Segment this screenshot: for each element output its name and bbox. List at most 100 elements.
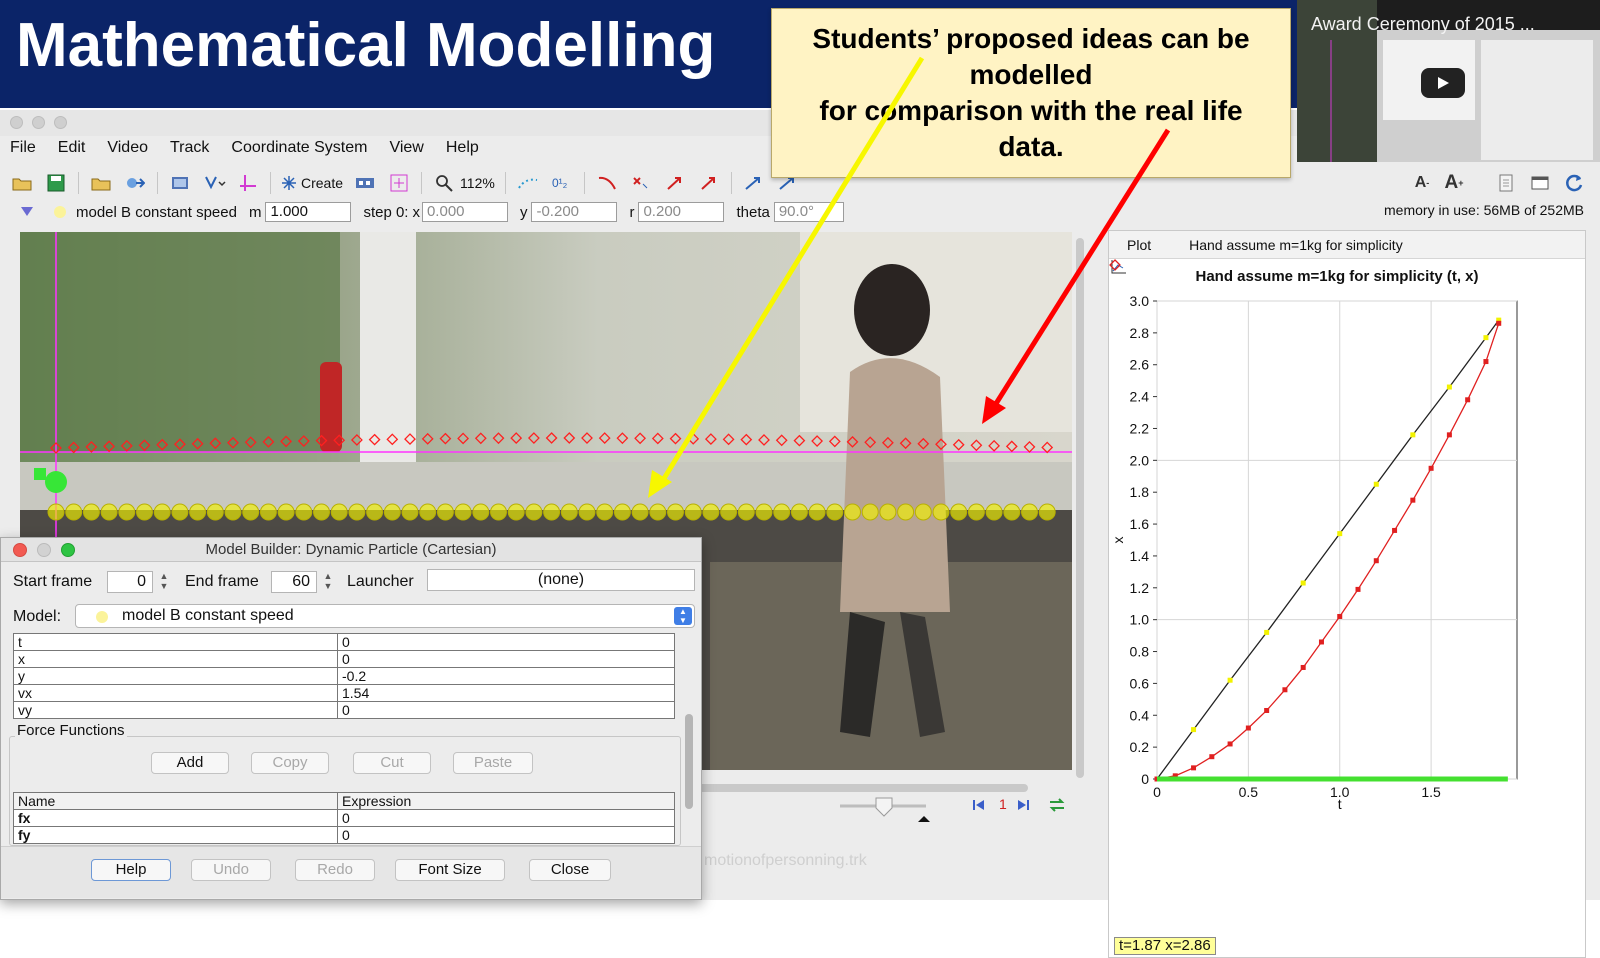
data-point[interactable] — [1465, 397, 1471, 403]
open-folder-icon[interactable] — [10, 172, 34, 194]
model-track-point[interactable] — [118, 503, 136, 521]
velocity-icon[interactable] — [663, 172, 687, 194]
force-row[interactable]: fy 0 — [13, 826, 675, 844]
export-icon[interactable] — [123, 172, 147, 194]
origin-marker[interactable] — [45, 471, 67, 493]
model-track-point[interactable] — [313, 503, 330, 521]
data-point[interactable] — [1496, 320, 1502, 326]
launcher-field[interactable]: (none) — [427, 569, 695, 591]
model-track-point[interactable] — [631, 503, 649, 521]
font-larger-icon[interactable]: A + — [1442, 172, 1466, 194]
model-track-point[interactable] — [543, 503, 561, 521]
data-point[interactable] — [1410, 497, 1416, 503]
model-track-point[interactable] — [967, 503, 985, 521]
model-track-point[interactable] — [950, 503, 968, 521]
model-track-point[interactable] — [808, 503, 826, 521]
model-select[interactable]: model B constant speed ▲ ▼ — [75, 604, 695, 628]
data-point[interactable] — [1446, 432, 1452, 438]
help-button[interactable]: Help — [91, 859, 171, 881]
track-control-icon[interactable] — [353, 172, 377, 194]
model-track-point[interactable] — [507, 503, 525, 521]
clip-settings-icon[interactable] — [168, 172, 192, 194]
model-track-point[interactable] — [65, 503, 83, 521]
model-track-point[interactable] — [720, 503, 738, 521]
model-track-point[interactable] — [348, 503, 366, 521]
add-button[interactable]: Add — [151, 752, 229, 774]
data-point[interactable] — [1245, 725, 1251, 731]
frame-slider-thumb[interactable] — [875, 797, 893, 817]
model-track-point[interactable] — [153, 503, 171, 521]
dialog-scrollbar[interactable] — [685, 714, 693, 809]
x-field[interactable]: 0.000 — [421, 202, 508, 222]
model-track-point[interactable] — [932, 503, 950, 521]
data-point[interactable] — [1318, 639, 1324, 645]
model-track-point[interactable] — [702, 503, 720, 521]
data-point[interactable] — [1227, 677, 1233, 683]
model-track-point[interactable] — [684, 503, 702, 521]
model-track-point[interactable] — [383, 503, 401, 521]
menu-track[interactable]: Track — [170, 139, 209, 157]
data-point[interactable] — [1337, 531, 1343, 537]
dialog-zoom-button[interactable] — [61, 543, 75, 557]
end-frame-stepper[interactable]: ▲ ▼ — [321, 571, 335, 593]
labels-icon[interactable]: 0¹₂ — [550, 172, 574, 194]
model-track-point[interactable] — [189, 503, 207, 521]
model-track-point[interactable] — [366, 503, 384, 521]
video-thumbnail[interactable]: Award Ceremony of 2015 ... — [1297, 0, 1600, 162]
data-point[interactable] — [1300, 664, 1306, 670]
window-zoom-button[interactable] — [54, 116, 67, 129]
model-track-point[interactable] — [330, 503, 348, 521]
model-track-point[interactable] — [47, 503, 65, 521]
data-point[interactable] — [1373, 481, 1379, 487]
model-track-point[interactable] — [985, 503, 1003, 521]
menu-file[interactable]: File — [10, 139, 36, 157]
data-point[interactable] — [1209, 754, 1215, 760]
window-icon[interactable] — [1528, 172, 1552, 194]
video-vertical-scrollbar[interactable] — [1076, 238, 1084, 778]
zoom-icon[interactable] — [432, 172, 456, 194]
data-point[interactable] — [1191, 727, 1197, 733]
paste-button[interactable]: Paste — [453, 752, 533, 774]
model-track-point[interactable] — [277, 503, 295, 521]
axes-icon[interactable] — [236, 172, 260, 194]
zoom-level[interactable]: 112% — [460, 175, 495, 191]
model-track-point[interactable] — [82, 503, 100, 521]
column-header[interactable]: Expression — [337, 792, 675, 810]
data-point[interactable] — [1300, 580, 1306, 586]
close-button[interactable]: Close — [529, 859, 611, 881]
model-track-point[interactable] — [790, 503, 808, 521]
window-close-button[interactable] — [10, 116, 23, 129]
end-frame-field[interactable]: 60 — [271, 571, 317, 593]
model-track-point[interactable] — [861, 503, 879, 521]
data-point[interactable] — [1373, 558, 1379, 564]
undo-button[interactable]: Undo — [191, 859, 271, 881]
model-track-point[interactable] — [737, 503, 755, 521]
initial-value-cell[interactable]: -0.2 — [337, 667, 675, 685]
track-name[interactable]: model B constant speed — [76, 204, 237, 221]
redo-button[interactable]: Redo — [295, 859, 375, 881]
model-track-point[interactable] — [667, 503, 684, 521]
model-track-point[interactable] — [755, 503, 773, 521]
initial-value-cell[interactable]: 0 — [337, 701, 675, 719]
model-track-point[interactable] — [224, 503, 242, 521]
plot-track-selector[interactable]: Hand assume m=1kg for simplicity — [1189, 237, 1403, 253]
save-icon[interactable] — [44, 172, 68, 194]
step-forward-icon[interactable] — [1016, 798, 1030, 817]
data-point[interactable] — [1282, 687, 1288, 693]
menu-help[interactable]: Help — [446, 139, 479, 157]
cut-button[interactable]: Cut — [353, 752, 431, 774]
data-point[interactable] — [1337, 613, 1343, 619]
track-dropdown-icon[interactable] — [20, 204, 34, 221]
data-point[interactable] — [1483, 359, 1489, 365]
plot-tab[interactable]: Plot — [1127, 237, 1151, 253]
model-track-point[interactable] — [171, 503, 189, 521]
force-row[interactable]: fx 0 — [13, 809, 675, 827]
step-back-icon[interactable] — [972, 798, 986, 817]
acceleration-icon[interactable] — [697, 172, 721, 194]
menu-coordinate-system[interactable]: Coordinate System — [231, 139, 367, 157]
model-track-point[interactable] — [578, 503, 596, 521]
force-expression[interactable]: 0 — [337, 809, 675, 827]
model-track-point[interactable] — [879, 503, 897, 521]
path-icon[interactable] — [595, 172, 619, 194]
copy-button[interactable]: Copy — [251, 752, 329, 774]
